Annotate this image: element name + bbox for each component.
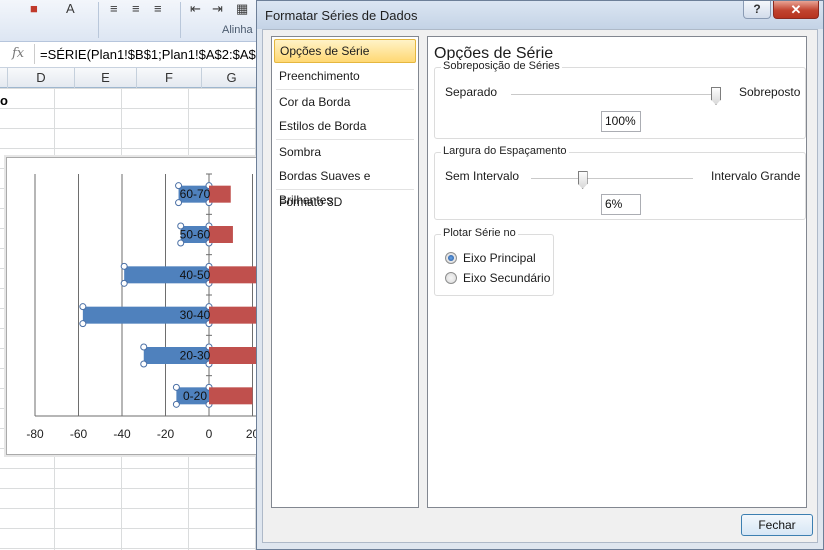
bar <box>209 185 231 203</box>
x-tick-label: 0 <box>206 427 213 441</box>
category-label: 40-50 <box>180 268 211 282</box>
formula-input[interactable]: =SÉRIE(Plan1!$B$1;Plan1!$A$2:$A$ <box>40 47 256 62</box>
align-center-icon[interactable]: ≡ <box>132 1 140 16</box>
category-label: 0-20 <box>183 389 207 403</box>
fill-color-icon[interactable]: ■ <box>30 1 38 16</box>
decrease-indent-icon[interactable]: ⇤ <box>190 1 201 17</box>
overlap-slider-track[interactable] <box>511 94 717 96</box>
bar <box>209 226 233 243</box>
selection-handle <box>79 320 87 328</box>
dialog-title: Formatar Séries de Dados <box>265 8 418 23</box>
selection-handle <box>120 279 128 287</box>
gap-value-field[interactable]: 6% <box>601 194 641 215</box>
nav-item-border-color[interactable]: Cor da Borda <box>272 90 418 114</box>
primary-axis-radio[interactable] <box>445 252 457 264</box>
plot-series-on-label: Plotar Série no <box>441 227 518 239</box>
align-right-icon[interactable]: ≡ <box>154 1 162 16</box>
category-label: 50-60 <box>180 228 211 242</box>
plot-series-on-group: Plotar Série no Eixo Principal Eixo Secu… <box>434 227 554 296</box>
dialog-body: Opções de Série Preenchimento Cor da Bor… <box>262 29 818 543</box>
series-options-panel: Opções de Série Sobreposição de Séries S… <box>427 36 807 508</box>
pyramid-chart[interactable]: -80 -60 -40 -20 0 20 0-20 20-30 30-40 40-50 50-60 6… <box>6 157 297 456</box>
selection-handle <box>172 400 180 408</box>
selection-handle <box>79 303 87 311</box>
font-color-icon[interactable]: A <box>66 1 75 16</box>
nav-item-series-options[interactable]: Opções de Série <box>274 39 416 63</box>
overlap-max-label: Sobreposto <box>739 85 801 99</box>
series-overlap-label: Sobreposição de Séries <box>441 60 562 72</box>
secondary-axis-label: Eixo Secundário <box>463 271 551 285</box>
help-button[interactable]: ? <box>743 1 771 19</box>
x-tick-label: -40 <box>113 427 131 441</box>
gap-max-label: Intervalo Grande <box>711 169 801 183</box>
increase-indent-icon[interactable]: ⇥ <box>212 1 223 17</box>
nav-item-fill[interactable]: Preenchimento <box>272 64 418 88</box>
gap-slider-track[interactable] <box>531 178 693 180</box>
column-header-f[interactable]: F <box>137 68 202 88</box>
nav-item-3d-format[interactable]: Formato 3D <box>272 190 418 214</box>
bar <box>209 387 253 405</box>
gap-min-label: Sem Intervalo <box>445 169 520 183</box>
column-header-d[interactable]: D <box>8 68 75 88</box>
cell-text[interactable]: o <box>0 93 8 108</box>
selection-handle <box>140 360 148 368</box>
chart-plot[interactable]: -80 -60 -40 -20 0 200-2020-3030-4040-5050-606… <box>7 158 297 456</box>
category-list: Opções de Série Preenchimento Cor da Bor… <box>271 36 419 508</box>
merge-cells-icon[interactable]: ▦ <box>236 1 248 17</box>
close-window-button[interactable]: ✕ <box>773 1 819 19</box>
selection-handle <box>120 262 128 270</box>
close-button[interactable]: Fechar <box>741 514 813 536</box>
function-icon[interactable]: fx <box>12 46 24 61</box>
dialog-titlebar[interactable]: Formatar Séries de Dados ? ✕ <box>257 1 823 29</box>
ribbon-group-alignment-label: Alinha <box>222 24 253 36</box>
overlap-value-field[interactable]: 100% <box>601 111 641 132</box>
gap-slider-thumb[interactable] <box>577 171 588 189</box>
selection-handle <box>140 343 148 351</box>
format-data-series-dialog: Formatar Séries de Dados ? ✕ Opções de S… <box>256 0 824 550</box>
category-label: 30-40 <box>180 308 211 322</box>
overlap-slider-thumb[interactable] <box>711 87 721 105</box>
primary-axis-option[interactable]: Eixo Principal <box>445 251 536 265</box>
column-header-g[interactable]: G <box>202 68 262 88</box>
align-left-icon[interactable]: ≡ <box>110 1 118 16</box>
series-overlap-group: Sobreposição de Séries Separado Sobrepos… <box>434 60 806 139</box>
nav-item-shadow[interactable]: Sombra <box>272 140 418 164</box>
gap-width-group: Largura do Espaçamento Sem Intervalo Int… <box>434 145 806 220</box>
nav-item-soft-edges-glow[interactable]: Bordas Suaves e Brilhantes <box>272 164 418 207</box>
overlap-min-label: Separado <box>445 85 498 99</box>
category-label: 60-70 <box>180 187 211 201</box>
selection-handle <box>172 383 180 391</box>
x-tick-label: -60 <box>70 427 88 441</box>
x-tick-label: -20 <box>157 427 175 441</box>
primary-axis-label: Eixo Principal <box>463 251 536 265</box>
column-header-e[interactable]: E <box>75 68 137 88</box>
secondary-axis-radio[interactable] <box>445 272 457 284</box>
secondary-axis-option[interactable]: Eixo Secundário <box>445 271 550 285</box>
category-label: 20-30 <box>180 349 211 363</box>
gap-width-label: Largura do Espaçamento <box>441 145 569 157</box>
nav-item-border-styles[interactable]: Estilos de Borda <box>272 114 418 138</box>
x-tick-label: -80 <box>26 427 44 441</box>
